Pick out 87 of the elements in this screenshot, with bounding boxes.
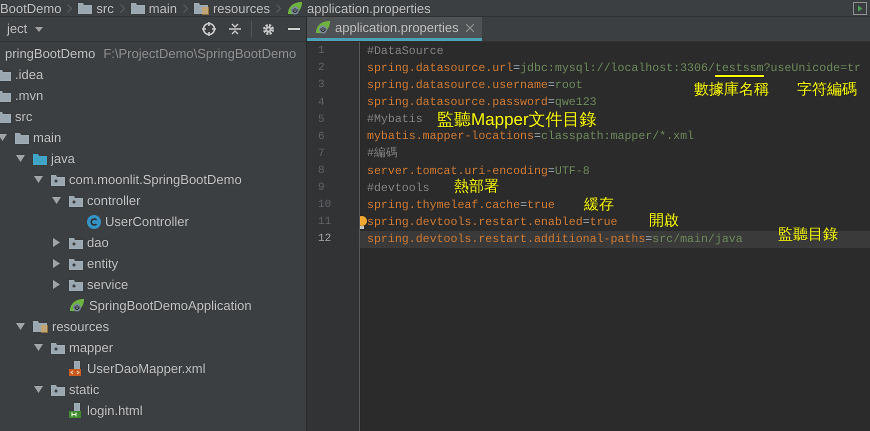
tree-item[interactable]: java <box>51 148 75 168</box>
project-path: F:\ProjectDemo\SpringBootDemo <box>103 44 296 63</box>
annotation-note: 監聽Mapper文件目錄 <box>437 111 597 128</box>
chevron-icon <box>67 4 72 12</box>
spring-leaf-icon <box>69 298 85 313</box>
class-icon <box>87 214 101 228</box>
expanded-arrow-icon[interactable] <box>0 133 7 142</box>
annotation-note: 監聽目錄 <box>778 227 838 242</box>
tree-item[interactable]: UserDaoMapper.xml <box>87 358 206 378</box>
package-folder-icon <box>69 258 83 270</box>
xml-file-icon <box>69 361 83 376</box>
annotation-note: 熱部署 <box>454 179 499 194</box>
code-line: server.tomcat.uri-encoding=UTF-8 <box>367 164 590 178</box>
folder-icon <box>0 110 11 122</box>
expanded-arrow-icon[interactable] <box>52 196 61 205</box>
tree-item[interactable]: src <box>15 106 32 126</box>
lightbulb-icon[interactable] <box>360 216 367 229</box>
tree-item[interactable]: resources <box>52 316 110 336</box>
chevron-icon <box>276 4 282 12</box>
folder-icon <box>78 2 92 14</box>
tree-item[interactable]: .mvn <box>15 86 44 106</box>
package-folder-icon <box>69 278 83 290</box>
breadcrumb-item[interactable]: src <box>96 0 114 16</box>
tree-item[interactable]: static <box>69 380 100 400</box>
tree-item[interactable]: UserController <box>105 212 189 232</box>
expanded-arrow-icon[interactable] <box>34 175 43 184</box>
package-folder-icon <box>69 236 83 248</box>
breadcrumb-item[interactable]: BootDemo <box>0 0 62 16</box>
resources-folder-icon <box>194 2 209 14</box>
expanded-arrow-icon[interactable] <box>34 385 43 394</box>
chevron-icon <box>120 4 125 12</box>
collapsed-arrow-icon[interactable] <box>52 280 61 289</box>
code-line: spring.devtools.restart.enabled=true <box>367 214 618 231</box>
collapse-all-icon[interactable] <box>229 23 241 35</box>
editor-tab[interactable]: application.properties <box>307 17 482 41</box>
html-file-icon <box>69 403 83 418</box>
breadcrumb-item[interactable]: resources <box>212 0 270 16</box>
dropdown-caret-icon[interactable] <box>35 26 44 32</box>
tree-item[interactable]: login.html <box>87 400 143 420</box>
spring-leaf-icon <box>315 20 331 35</box>
tree-item[interactable]: controller <box>87 190 140 210</box>
expanded-arrow-icon[interactable] <box>16 154 25 163</box>
code-line: #devtools <box>367 180 430 197</box>
breadcrumb-item[interactable]: application.properties <box>307 0 431 16</box>
folder-icon <box>15 132 29 144</box>
chevron-icon <box>182 4 188 12</box>
tree-item[interactable]: SpringBootDemoApplication <box>89 296 252 316</box>
tree-item[interactable]: main <box>33 128 62 148</box>
expanded-arrow-icon[interactable] <box>16 322 25 331</box>
package-folder-icon <box>69 194 83 206</box>
code-line: spring.thymeleaf.cache=true <box>367 198 555 214</box>
folder-icon <box>0 68 11 80</box>
code-line: #DataSource <box>367 44 444 60</box>
code-line: spring.datasource.username=root <box>367 78 583 94</box>
expanded-arrow-icon[interactable] <box>34 343 43 352</box>
tree-item[interactable]: pringBootDemo <box>5 44 96 64</box>
code-line: #Mybatis <box>367 112 423 128</box>
tree-item[interactable]: entity <box>87 254 118 274</box>
folder-icon <box>130 2 145 14</box>
close-icon[interactable] <box>466 24 474 32</box>
package-folder-icon <box>51 384 65 396</box>
resources-folder-icon <box>33 320 48 333</box>
code-line: mybatis.mapper-locations=classpath:mapper/*.xml <box>367 129 694 146</box>
code-line: #編碼 <box>367 146 398 162</box>
folder-icon <box>0 90 11 102</box>
run-icon[interactable] <box>853 2 867 14</box>
tree-item[interactable]: service <box>87 274 128 294</box>
folder-icon <box>33 152 47 164</box>
collapsed-arrow-icon[interactable] <box>52 259 61 268</box>
line-number: 12 <box>318 232 332 248</box>
breadcrumb-item[interactable]: main <box>148 0 177 16</box>
annotation-note: 字符編碼 <box>797 82 857 97</box>
annotation-note: 緩存 <box>584 197 614 212</box>
tree-item[interactable]: dao <box>87 232 109 252</box>
settings-icon[interactable] <box>262 22 275 36</box>
package-folder-icon <box>51 342 65 354</box>
annotation-note: 開啟 <box>649 213 679 228</box>
package-folder-icon <box>51 174 65 186</box>
code-line: spring.devtools.restart.additional-paths=src/main/java <box>367 232 743 248</box>
collapsed-arrow-icon[interactable] <box>52 238 61 247</box>
panel-title[interactable]: ject <box>7 19 28 39</box>
locate-icon[interactable] <box>202 22 216 36</box>
tree-item[interactable]: com.moonlit.SpringBootDemo <box>69 170 242 190</box>
code-line: spring.datasource.password=qwe123 <box>367 95 597 111</box>
tree-item[interactable]: mapper <box>69 338 114 358</box>
annotation-note: 數據庫名稱 <box>694 82 769 97</box>
tree-item[interactable]: .idea <box>15 64 44 84</box>
